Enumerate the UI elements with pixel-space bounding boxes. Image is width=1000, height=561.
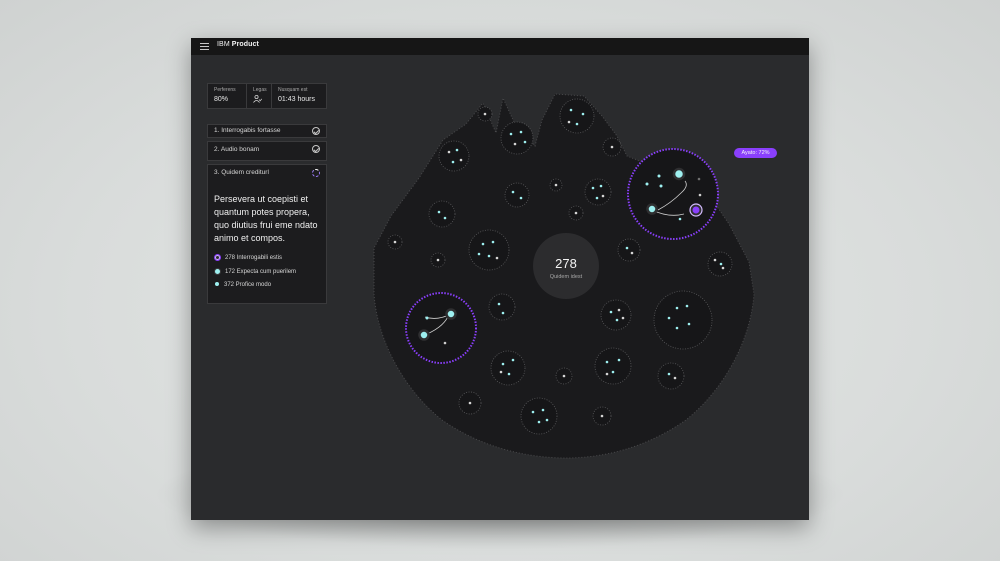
node[interactable] xyxy=(574,211,578,215)
node[interactable] xyxy=(537,420,541,424)
node[interactable] xyxy=(685,304,689,308)
node[interactable] xyxy=(497,302,501,306)
node[interactable] xyxy=(667,372,671,376)
node[interactable] xyxy=(554,183,558,187)
cluster-bubble[interactable] xyxy=(438,140,470,172)
node[interactable] xyxy=(719,262,723,266)
cluster-bubble[interactable] xyxy=(500,121,534,155)
node[interactable] xyxy=(519,130,523,134)
node[interactable] xyxy=(541,408,545,412)
node[interactable] xyxy=(600,414,604,418)
node[interactable] xyxy=(511,190,515,194)
node[interactable] xyxy=(443,216,447,220)
node[interactable] xyxy=(393,240,397,244)
node[interactable] xyxy=(495,256,499,260)
node[interactable] xyxy=(599,184,603,188)
node[interactable] xyxy=(617,358,621,362)
node[interactable] xyxy=(436,258,440,262)
center-value: 278 xyxy=(555,256,577,271)
center-label: Quidem idest xyxy=(550,274,583,280)
node[interactable] xyxy=(562,374,566,378)
node[interactable] xyxy=(507,372,511,376)
cluster-bubble[interactable] xyxy=(520,397,558,435)
node[interactable] xyxy=(621,316,625,320)
node[interactable] xyxy=(610,145,614,149)
node[interactable] xyxy=(567,120,571,124)
selected-node-core xyxy=(692,206,700,214)
node[interactable] xyxy=(657,174,661,178)
node[interactable] xyxy=(443,341,447,345)
node[interactable] xyxy=(609,310,613,314)
node[interactable] xyxy=(447,150,451,154)
node[interactable] xyxy=(477,252,481,256)
node[interactable] xyxy=(617,308,621,312)
node[interactable] xyxy=(615,318,619,322)
node[interactable] xyxy=(451,160,455,164)
node[interactable] xyxy=(531,410,535,414)
node[interactable] xyxy=(659,184,663,188)
node[interactable] xyxy=(611,370,615,374)
node[interactable] xyxy=(675,306,679,310)
cluster-bubble[interactable] xyxy=(490,350,526,386)
node[interactable] xyxy=(569,108,573,112)
node[interactable] xyxy=(455,148,459,152)
node[interactable] xyxy=(675,326,679,330)
percentage-tag[interactable]: Ayato: 72% xyxy=(734,148,777,158)
node[interactable] xyxy=(601,194,605,198)
cluster-bubble[interactable] xyxy=(657,362,685,390)
node[interactable] xyxy=(713,258,717,262)
node[interactable] xyxy=(698,193,702,197)
cluster-bubble[interactable] xyxy=(600,299,632,331)
node[interactable] xyxy=(645,182,649,186)
node[interactable] xyxy=(605,360,609,364)
node[interactable] xyxy=(499,370,503,374)
node[interactable] xyxy=(418,329,430,341)
node[interactable] xyxy=(509,132,513,136)
node[interactable] xyxy=(697,177,701,181)
node[interactable] xyxy=(672,167,686,181)
cluster-bubble[interactable] xyxy=(617,238,641,262)
cluster-bubble[interactable] xyxy=(594,347,632,385)
cluster-visualization: 278 Quidem idest xyxy=(373,93,755,459)
node[interactable] xyxy=(673,376,677,380)
node[interactable] xyxy=(678,217,682,221)
node[interactable] xyxy=(468,401,472,405)
node[interactable] xyxy=(545,418,549,422)
node[interactable] xyxy=(483,112,487,116)
node[interactable] xyxy=(491,240,495,244)
node[interactable] xyxy=(667,316,671,320)
node[interactable] xyxy=(646,203,658,215)
node[interactable] xyxy=(595,196,599,200)
node[interactable] xyxy=(437,210,441,214)
cluster-bubble[interactable] xyxy=(468,229,510,271)
highlight-cluster-ring[interactable] xyxy=(405,292,477,364)
node[interactable] xyxy=(445,308,457,320)
highlight-cluster-ring[interactable] xyxy=(627,148,719,240)
node[interactable] xyxy=(575,122,579,126)
node[interactable] xyxy=(519,196,523,200)
node[interactable] xyxy=(425,316,429,320)
cluster-bubble[interactable] xyxy=(428,200,456,228)
node[interactable] xyxy=(513,142,517,146)
cluster-bubble[interactable] xyxy=(653,290,713,350)
node[interactable] xyxy=(605,372,609,376)
node[interactable] xyxy=(481,242,485,246)
node[interactable] xyxy=(687,322,691,326)
node[interactable] xyxy=(581,112,585,116)
node[interactable] xyxy=(501,311,505,315)
node[interactable] xyxy=(630,251,634,255)
cluster-bubble[interactable] xyxy=(488,293,516,321)
node[interactable] xyxy=(459,158,463,162)
node[interactable] xyxy=(523,140,527,144)
node[interactable] xyxy=(487,254,491,258)
node[interactable] xyxy=(721,266,725,270)
cluster-bubble[interactable] xyxy=(584,178,612,206)
node[interactable] xyxy=(625,246,629,250)
node[interactable] xyxy=(511,358,515,362)
node[interactable] xyxy=(591,186,595,190)
app-window: IBM Product Perferens 80% Legas Nusquam … xyxy=(191,38,809,520)
node[interactable] xyxy=(501,362,505,366)
cluster-bubble[interactable] xyxy=(559,98,595,134)
cluster-bubble[interactable] xyxy=(504,182,530,208)
